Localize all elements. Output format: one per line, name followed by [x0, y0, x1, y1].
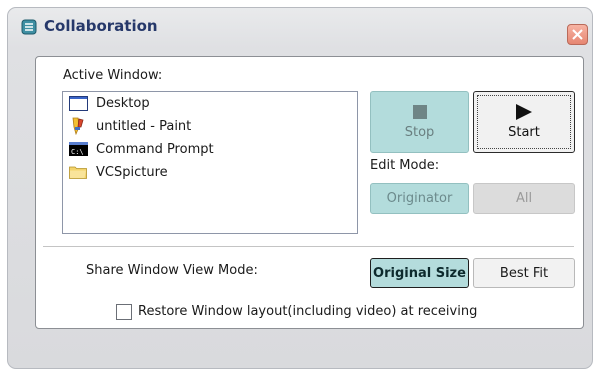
active-window-list[interactable]: Desktop untitled - Paint C:\ Command Pro… — [62, 91, 358, 234]
restore-layout-checkbox[interactable] — [116, 304, 132, 320]
list-item-vcspicture[interactable]: VCSpicture — [68, 162, 168, 182]
close-icon — [572, 29, 583, 40]
all-button[interactable]: All — [473, 183, 575, 214]
list-item-command-prompt[interactable]: C:\ Command Prompt — [68, 139, 214, 159]
all-label: All — [515, 191, 533, 206]
originator-label: Originator — [386, 191, 453, 206]
desktop-icon — [68, 94, 88, 112]
list-item-label: Desktop — [96, 95, 150, 111]
stop-label: Stop — [404, 124, 435, 140]
stop-icon — [412, 104, 427, 119]
list-item-paint[interactable]: untitled - Paint — [68, 116, 191, 136]
collaboration-icon — [21, 19, 37, 35]
list-item-label: untitled - Paint — [96, 118, 192, 134]
play-icon — [516, 104, 532, 120]
list-item-label: VCSpicture — [96, 164, 168, 180]
best-fit-button[interactable]: Best Fit — [473, 258, 575, 288]
original-size-label: Original Size — [373, 265, 466, 281]
start-label: Start — [508, 125, 540, 140]
original-size-button[interactable]: Original Size — [370, 258, 469, 288]
divider — [43, 246, 574, 248]
close-button[interactable] — [567, 24, 588, 45]
share-view-mode-label: Share Window View Mode: — [86, 263, 258, 278]
originator-button[interactable]: Originator — [370, 183, 469, 214]
svg-text:C:\: C:\ — [71, 148, 84, 156]
folder-icon — [68, 163, 88, 181]
best-fit-label: Best Fit — [499, 265, 549, 281]
edit-mode-label: Edit Mode: — [370, 158, 440, 173]
active-window-label: Active Window: — [63, 68, 163, 83]
command-prompt-icon: C:\ — [68, 140, 88, 158]
stop-button[interactable]: Stop — [370, 91, 469, 153]
list-item-label: Command Prompt — [96, 141, 214, 157]
paint-icon — [68, 117, 88, 135]
window-title: Collaboration — [44, 17, 158, 35]
start-button[interactable]: Start — [473, 91, 575, 153]
list-item-desktop[interactable]: Desktop — [68, 93, 150, 113]
restore-layout-label: Restore Window layout(including video) a… — [138, 304, 478, 319]
